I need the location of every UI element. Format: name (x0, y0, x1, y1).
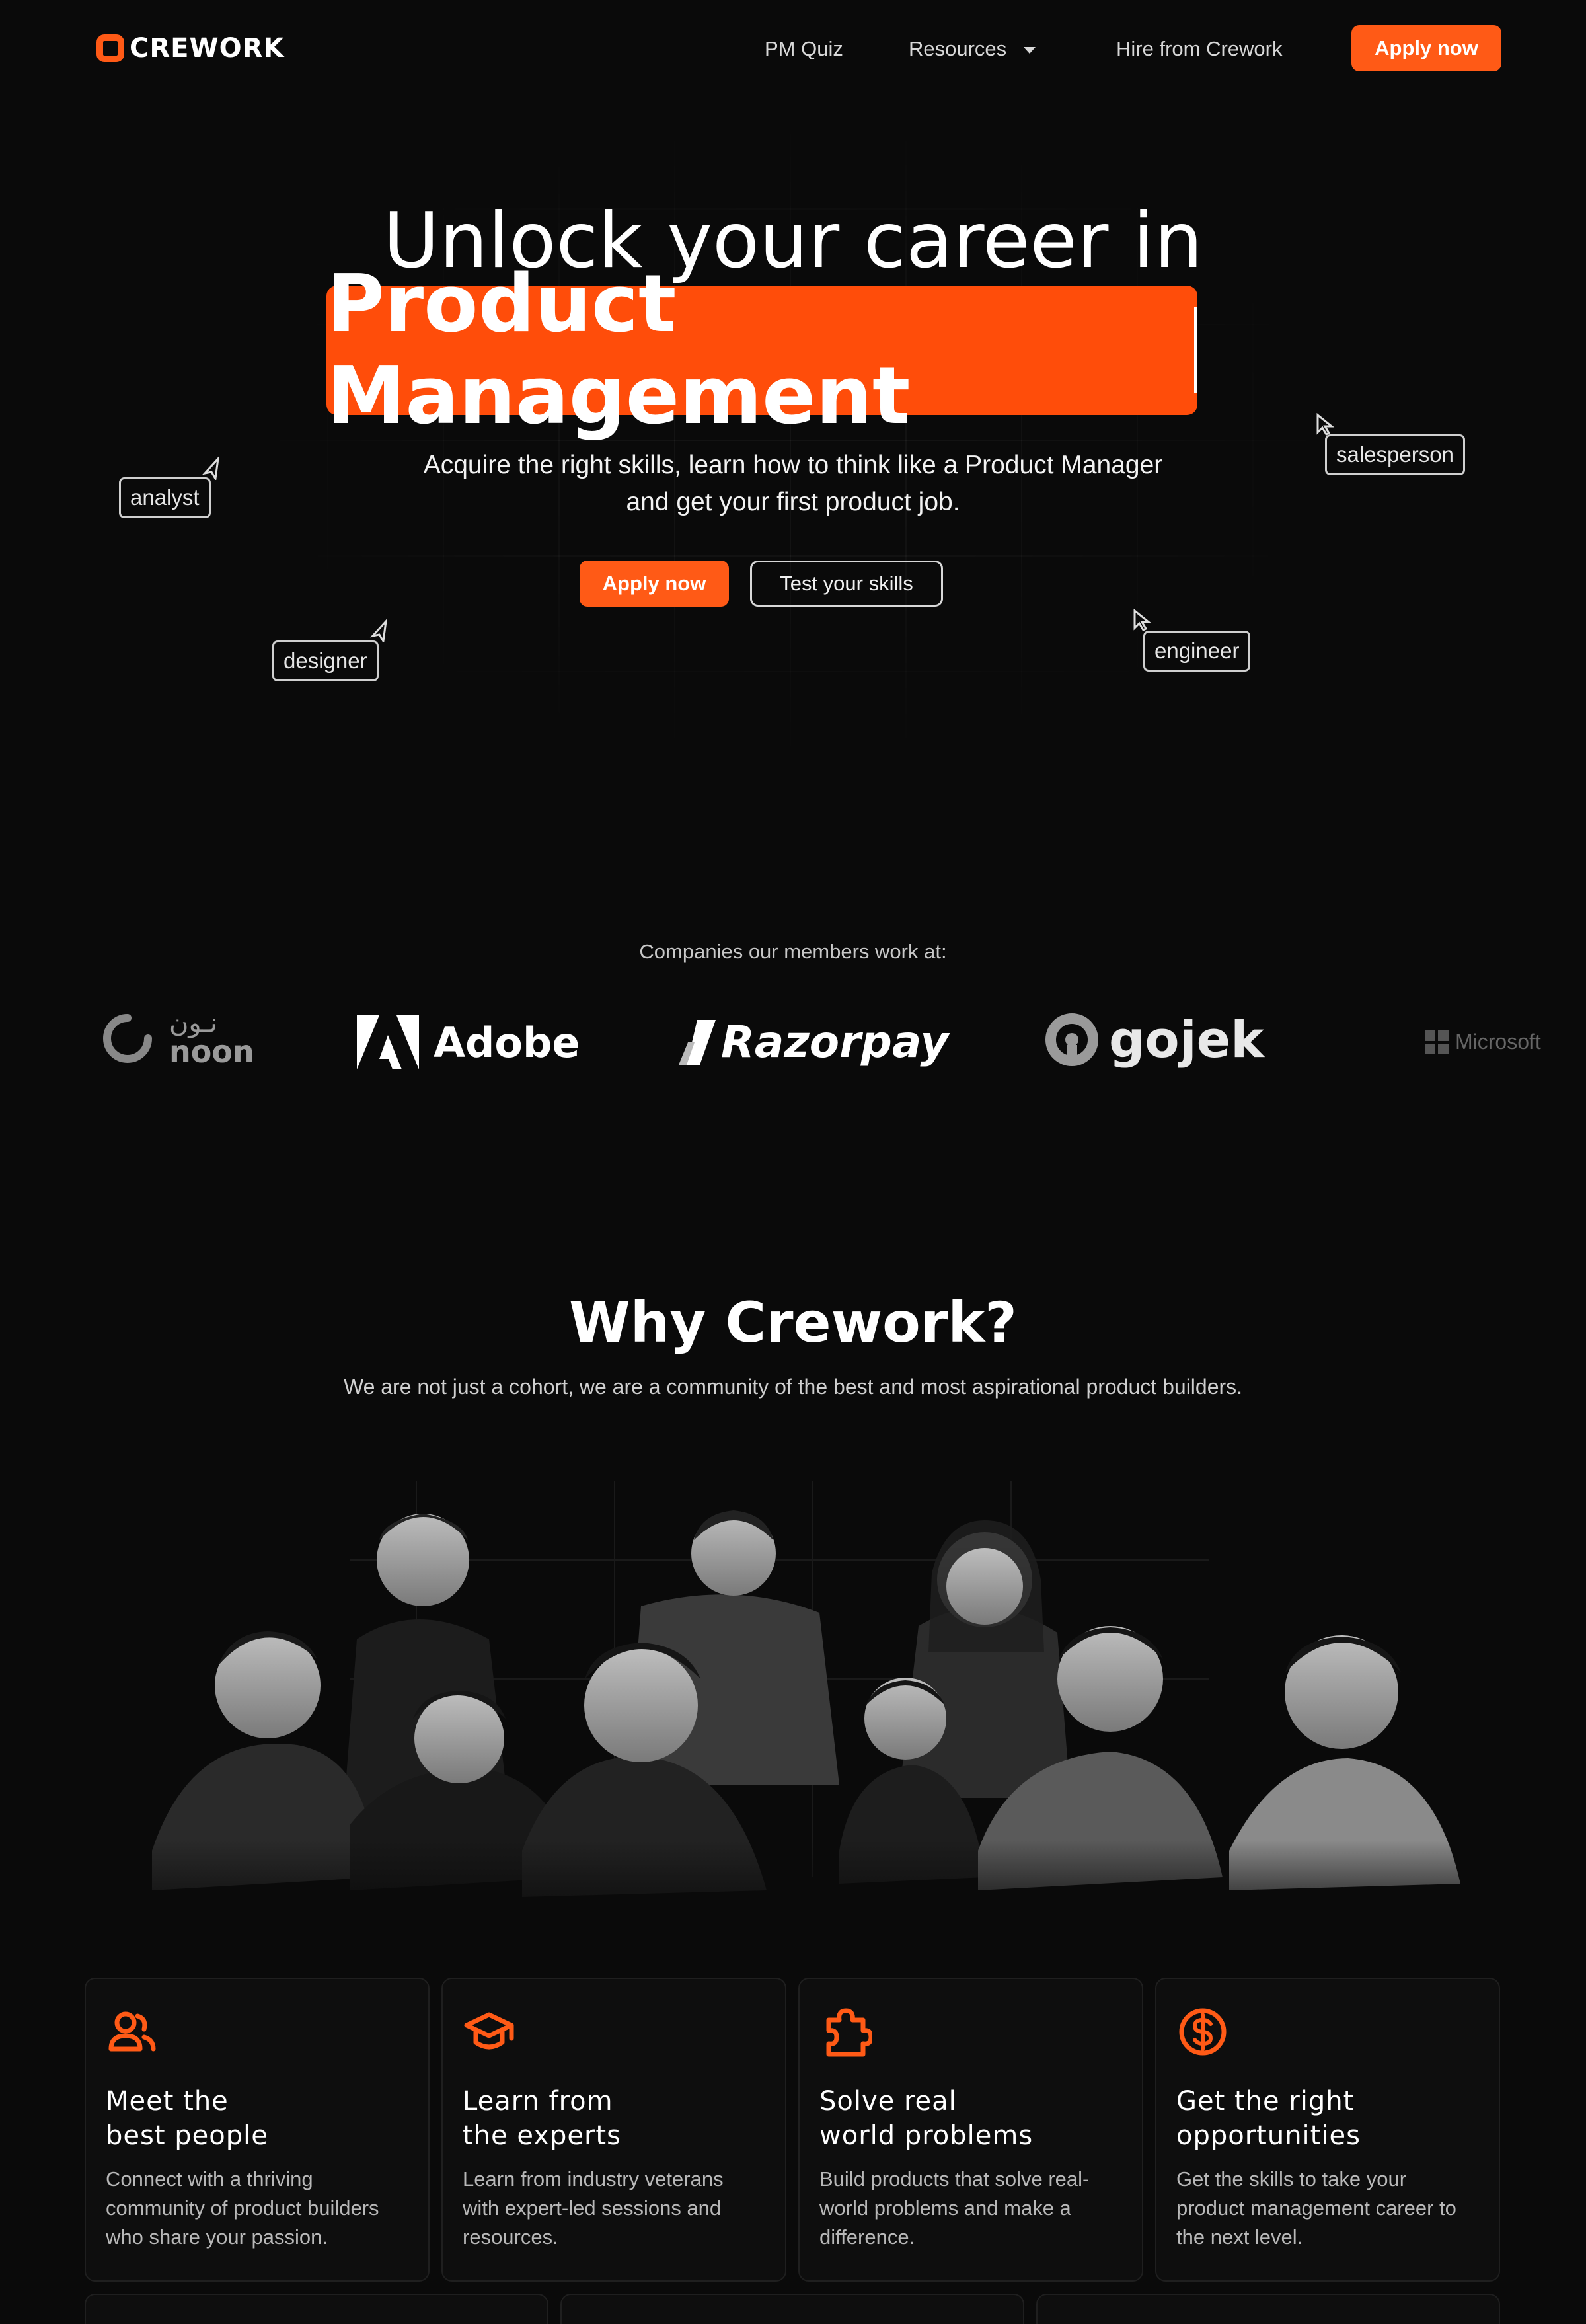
gojek-wordmark: gojek (1109, 1010, 1264, 1069)
feature-card-meet-people: Meet the best people Connect with a thri… (85, 1978, 430, 2282)
hero-subtitle-line2: and get your first product job. (626, 488, 960, 516)
adobe-logo: Adobe (357, 1015, 580, 1069)
companies-title: Companies our members work at: (639, 940, 947, 963)
gojek-logo: gojek (1044, 1010, 1264, 1069)
razorpay-wordmark: Razorpay (721, 1017, 949, 1067)
why-title: Why Crework? (569, 1290, 1017, 1355)
dollar-coin-icon (1179, 2008, 1227, 2056)
why-subtitle: We are not just a cohort, we are a commu… (343, 1375, 1243, 1399)
microsoft-wordmark: Microsoft (1455, 1030, 1541, 1054)
razorpay-logo: Razorpay (677, 1017, 948, 1067)
nav-hire-from-crework[interactable]: Hire from Crework (1116, 36, 1282, 62)
text-caret (1193, 307, 1197, 393)
graduation-cap-icon (464, 2012, 514, 2050)
puzzle-icon (826, 2008, 874, 2057)
logo-text: CREWORK (130, 33, 285, 63)
community-members-photo (152, 1481, 1460, 1930)
feature-title: Meet the best people (106, 2086, 268, 2151)
feature-card-partial (560, 2294, 1024, 2324)
gojek-mark-icon (1045, 1013, 1098, 1066)
microsoft-mark-icon (1425, 1030, 1449, 1054)
adobe-wordmark: Adobe (434, 1018, 580, 1067)
noon-arabic: نـون (169, 1008, 217, 1038)
tag-designer: designer (272, 640, 379, 681)
feature-title: Get the right opportunities (1176, 2086, 1361, 2151)
feature-title: Learn from the experts (463, 2086, 621, 2151)
test-your-skills-button[interactable]: Test your skills (750, 561, 943, 607)
logo-mark-icon (96, 34, 124, 62)
microsoft-logo: Microsoft (1425, 1030, 1541, 1054)
nav-resources-label: Resources (909, 37, 1007, 60)
nav-pm-quiz[interactable]: PM Quiz (765, 36, 843, 62)
hero-highlight: Product Management (326, 258, 1197, 442)
users-icon (108, 2011, 156, 2052)
noon-logo: نـون noon (100, 1010, 254, 1067)
noon-ring-icon (103, 1014, 152, 1063)
adobe-mark-icon (357, 1015, 419, 1069)
feature-description: Learn from industry veterans with expert… (463, 2167, 724, 2249)
feature-card-learn-experts: Learn from the experts Learn from indust… (441, 1978, 786, 2282)
razorpay-mark-icon (679, 1019, 716, 1065)
crework-logo[interactable]: CREWORK (96, 33, 284, 63)
tag-engineer: engineer (1143, 631, 1251, 672)
feature-title: Solve real world problems (819, 2086, 1034, 2151)
cursor-icon (1133, 608, 1152, 631)
tag-analyst: analyst (119, 477, 211, 518)
hero-highlight-text: Product Management (326, 258, 911, 442)
noon-wordmark: noon (169, 1034, 254, 1069)
feature-description: Connect with a thriving community of pro… (106, 2167, 379, 2249)
feature-description: Build products that solve real-world pro… (819, 2167, 1090, 2249)
feature-card-opportunities: Get the right opportunities Get the skil… (1155, 1978, 1500, 2282)
feature-description: Get the skills to take your product mana… (1176, 2167, 1456, 2249)
cursor-icon (369, 619, 388, 642)
tag-salesperson: salesperson (1325, 434, 1465, 475)
feature-card-solve-problems: Solve real world problems Build products… (798, 1978, 1143, 2282)
cursor-icon (202, 456, 220, 480)
nav-apply-now-button[interactable]: Apply now (1351, 25, 1501, 71)
chevron-down-icon (1024, 46, 1036, 54)
feature-card-partial (85, 2294, 548, 2324)
feature-card-partial (1036, 2294, 1500, 2324)
hero-apply-now-button[interactable]: Apply now (580, 561, 729, 607)
cursor-icon (1316, 412, 1335, 436)
nav-resources-dropdown[interactable]: Resources (909, 36, 1036, 62)
